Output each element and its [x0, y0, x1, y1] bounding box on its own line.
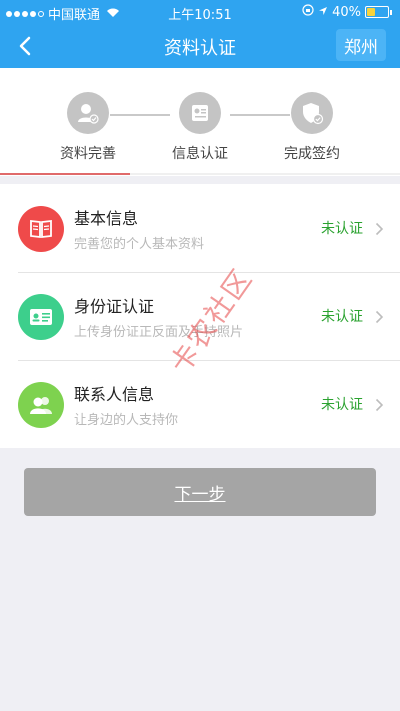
chevron-right-icon	[375, 221, 384, 240]
item-subtitle: 让身边的人支持你	[74, 413, 179, 428]
chevron-right-icon	[375, 397, 384, 416]
city-selector-button[interactable]: 郑州	[336, 29, 386, 61]
steps-divider	[130, 173, 400, 175]
chevron-right-icon	[375, 309, 384, 328]
next-step-button[interactable]: 下一步	[24, 468, 376, 516]
item-title: 基本信息	[74, 209, 139, 228]
user-check-icon	[67, 92, 109, 134]
progress-steps: 资料完善 信息认证 完成签约	[0, 68, 400, 176]
item-title: 联系人信息	[74, 385, 155, 404]
item-subtitle: 上传身份证正反面及手持照片	[74, 325, 244, 340]
battery-percent: 40%	[332, 4, 361, 20]
next-step-label: 下一步	[174, 484, 226, 505]
status-badge: 未认证	[321, 221, 363, 237]
step-label: 信息认证	[172, 146, 228, 162]
step-label: 完成签约	[284, 146, 340, 162]
rotation-lock-icon	[302, 4, 314, 20]
status-bar: 中国联通 上午10:51 40%	[0, 0, 400, 24]
verification-list: 基本信息 完善您的个人基本资料 未认证 身份证认证 上传身份证正反面及手持照片 …	[0, 184, 400, 448]
step-label: 资料完善	[60, 146, 116, 162]
battery-fill	[367, 8, 375, 16]
list-item-basic-info[interactable]: 基本信息 完善您的个人基本资料 未认证	[0, 184, 400, 272]
nav-bar: 资料认证 郑州	[0, 24, 400, 68]
list-item-contacts[interactable]: 联系人信息 让身边的人支持你 未认证	[0, 360, 400, 448]
id-card-icon	[179, 92, 221, 134]
item-subtitle: 完善您的个人基本资料	[74, 237, 205, 252]
list-item-id-card[interactable]: 身份证认证 上传身份证正反面及手持照片 未认证	[0, 272, 400, 360]
step-2: 信息认证	[140, 92, 260, 163]
step-3: 完成签约	[252, 92, 372, 163]
step-1: 资料完善	[28, 92, 148, 163]
shield-check-icon	[291, 92, 333, 134]
battery-tip	[390, 9, 392, 15]
item-title: 身份证认证	[74, 297, 155, 316]
id-card-icon	[18, 294, 64, 340]
status-badge: 未认证	[321, 397, 363, 413]
battery-icon	[365, 6, 389, 18]
status-right: 40%	[302, 4, 392, 20]
status-badge: 未认证	[321, 309, 363, 325]
active-step-indicator	[0, 173, 130, 175]
book-icon	[18, 206, 64, 252]
contacts-icon	[18, 382, 64, 428]
location-icon	[318, 5, 328, 20]
